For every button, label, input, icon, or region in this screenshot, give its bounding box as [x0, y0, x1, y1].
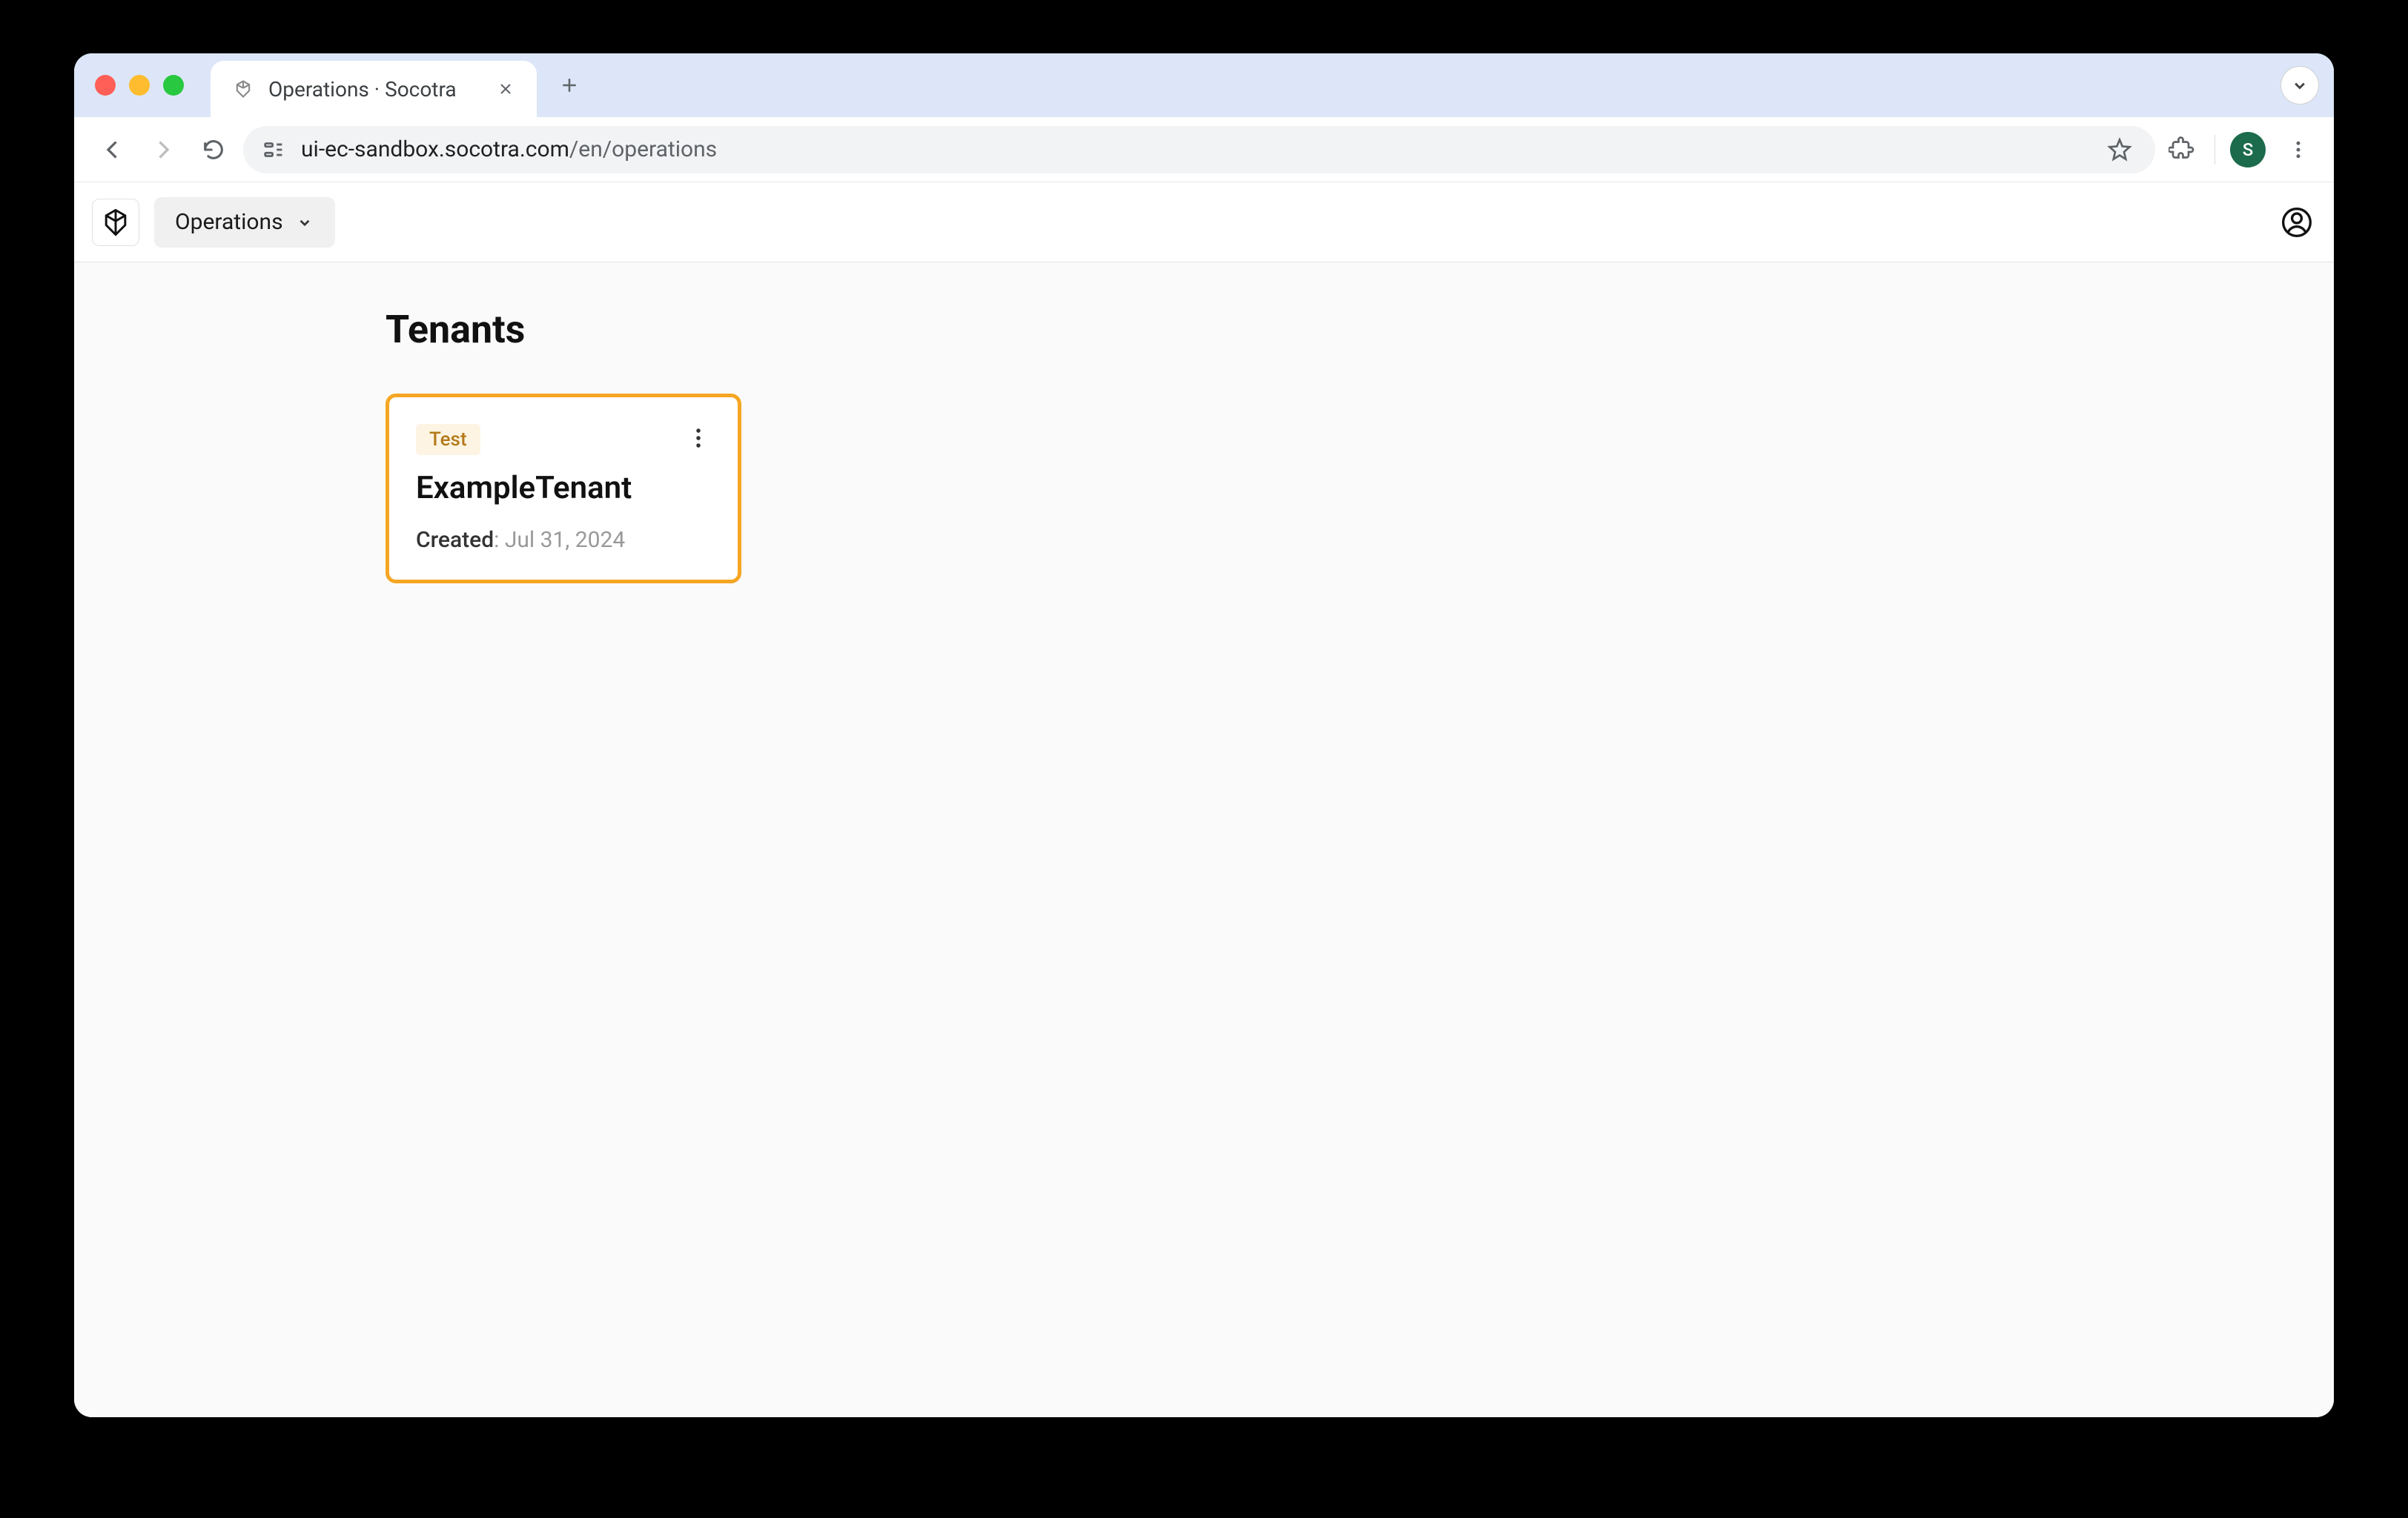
tenant-name: ExampleTenant — [416, 470, 711, 506]
page-title: Tenants — [386, 307, 2334, 352]
bookmark-star-icon[interactable] — [2102, 132, 2137, 168]
extensions-icon[interactable] — [2164, 132, 2200, 168]
tenant-card[interactable]: Test ExampleTenant Created: Jul 31, 2024 — [386, 394, 741, 583]
browser-window: Operations · Socotra — [74, 53, 2334, 1417]
window-close-button[interactable] — [95, 75, 116, 96]
browser-toolbar: ui-ec-sandbox.socotra.com/en/operations … — [74, 117, 2334, 182]
back-button[interactable] — [92, 129, 133, 170]
window-controls — [95, 75, 184, 96]
tab-close-button[interactable] — [495, 79, 516, 99]
app-logo-icon[interactable] — [92, 199, 139, 246]
nav-dropdown-label: Operations — [175, 209, 283, 235]
tab-favicon-icon — [231, 77, 255, 101]
url-text: ui-ec-sandbox.socotra.com/en/operations — [301, 136, 2087, 162]
tenant-card-menu-button[interactable] — [686, 424, 711, 455]
url-domain: ui-ec-sandbox.socotra.com — [301, 136, 569, 162]
main-content: Tenants Test ExampleTenant Created: Jul … — [74, 262, 2334, 1417]
url-path: /en/operations — [569, 136, 717, 162]
chevron-down-icon — [295, 213, 314, 232]
toolbar-separator — [2214, 135, 2215, 165]
tenant-created-label: Created — [416, 527, 494, 553]
profile-avatar[interactable]: S — [2230, 132, 2266, 168]
tenant-created-date: Jul 31, 2024 — [505, 527, 625, 553]
tenant-badge: Test — [416, 424, 480, 455]
window-maximize-button[interactable] — [163, 75, 184, 96]
reload-button[interactable] — [193, 129, 234, 170]
new-tab-button[interactable] — [549, 64, 590, 106]
tenant-created-meta: Created: Jul 31, 2024 — [416, 527, 711, 553]
forward-button[interactable] — [142, 129, 184, 170]
address-bar[interactable]: ui-ec-sandbox.socotra.com/en/operations — [243, 126, 2155, 173]
browser-tab-bar: Operations · Socotra — [74, 53, 2334, 117]
browser-tab[interactable]: Operations · Socotra — [211, 61, 537, 117]
nav-dropdown[interactable]: Operations — [154, 197, 335, 248]
site-info-icon[interactable] — [261, 137, 286, 162]
user-account-icon[interactable] — [2278, 203, 2316, 242]
app-header: Operations — [74, 182, 2334, 262]
tab-title: Operations · Socotra — [268, 77, 482, 102]
tabs-dropdown-button[interactable] — [2280, 66, 2319, 105]
window-minimize-button[interactable] — [129, 75, 150, 96]
browser-menu-icon[interactable] — [2280, 132, 2316, 168]
